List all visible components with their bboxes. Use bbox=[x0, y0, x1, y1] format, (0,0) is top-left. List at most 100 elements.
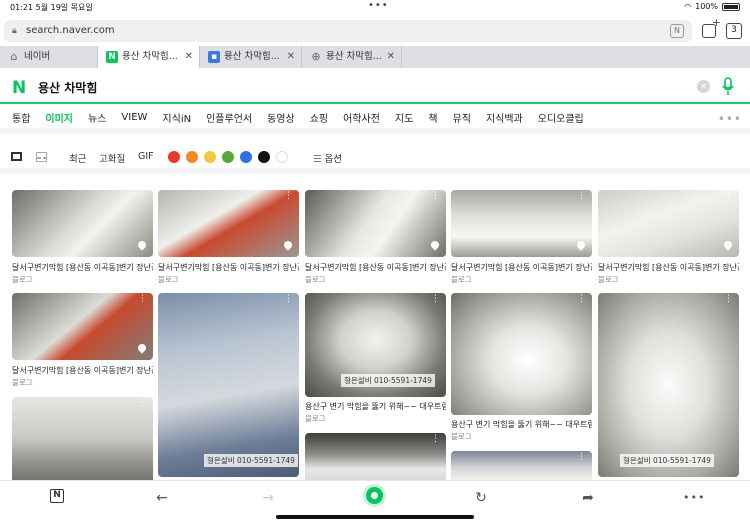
nav-tab[interactable]: 오디오클립 bbox=[538, 110, 584, 125]
color-swatch-green[interactable] bbox=[222, 151, 234, 163]
new-tab-icon[interactable] bbox=[702, 16, 721, 38]
refresh-icon[interactable]: ↻ bbox=[471, 488, 491, 508]
image-result-card[interactable]: ⋮ 형은설비 010-5591-1749 bbox=[158, 293, 299, 479]
nav-tab[interactable]: 지식백과 bbox=[486, 110, 523, 125]
image-result-card[interactable]: ⋮ bbox=[12, 397, 153, 480]
close-tab-icon[interactable]: ✕ bbox=[287, 46, 295, 68]
image-result-card[interactable]: ⋮ 달서구변기막힘 [용산동 이곡동]변기 장난감... 블로그 bbox=[598, 190, 739, 290]
nav-tab[interactable]: 책 bbox=[428, 110, 437, 125]
more-vertical-icon[interactable]: ⋮ bbox=[431, 435, 440, 444]
more-vertical-icon[interactable]: ⋮ bbox=[284, 192, 293, 201]
tab-search-3[interactable]: ⊕ 용산 차막힘... ✕ bbox=[302, 46, 402, 68]
close-tab-icon[interactable]: ✕ bbox=[387, 46, 395, 68]
nav-tab[interactable]: 통합 bbox=[12, 110, 30, 125]
filter-hires[interactable]: 고화질 bbox=[99, 151, 125, 165]
image-result-card[interactable]: ⋮ 형은설비 010-5591-1749 bbox=[598, 293, 739, 479]
image-result-card[interactable]: ⋮ 달서구변기막힘 [용산동 이곡동]변기 장난감... 블로그 bbox=[158, 190, 299, 290]
more-vertical-icon[interactable]: ⋮ bbox=[138, 192, 147, 201]
nav-tab[interactable]: 쇼핑 bbox=[310, 110, 328, 125]
color-swatch-yellow[interactable] bbox=[204, 151, 216, 163]
more-vertical-icon[interactable]: ⋮ bbox=[431, 192, 440, 201]
result-thumbnail[interactable]: ⋮ 형은설비 010-5591-1749 bbox=[305, 293, 446, 397]
clear-search-icon[interactable]: ✕ bbox=[697, 80, 710, 93]
mic-icon[interactable] bbox=[722, 77, 734, 97]
image-result-card[interactable]: ⋮ 달서구변기막힘 [용산동 이곡동]변기 장난감... 블로그 bbox=[451, 190, 592, 290]
result-thumbnail[interactable]: ⋮ bbox=[598, 190, 739, 257]
grid-view-icon[interactable] bbox=[36, 152, 47, 162]
naver-n-icon: N bbox=[106, 51, 118, 63]
naver-logo[interactable]: N bbox=[12, 78, 26, 98]
more-vertical-icon[interactable]: ⋮ bbox=[431, 295, 440, 304]
result-caption[interactable]: 달서구변기막힘 [용산동 이곡동]변기 장난감... bbox=[598, 262, 739, 273]
more-vertical-icon[interactable]: ⋮ bbox=[577, 453, 586, 462]
color-swatch-blue[interactable] bbox=[240, 151, 252, 163]
nav-tab[interactable]: 동영상 bbox=[267, 110, 295, 125]
nav-tab[interactable]: 지도 bbox=[395, 110, 413, 125]
result-caption[interactable]: 달서구변기막힘 [용산동 이곡동]변기 장난감... bbox=[12, 365, 153, 376]
nav-tab[interactable]: 인플루언서 bbox=[206, 110, 252, 125]
result-thumbnail[interactable]: ⋮ bbox=[305, 190, 446, 257]
tab-naver-home[interactable]: ⌂ 네이버 bbox=[0, 46, 98, 68]
image-result-card[interactable]: ⋮ 형은설비 010-5591-1749 용산구 변기 막힘을 뚫기 위해~~ … bbox=[305, 293, 446, 433]
result-thumbnail[interactable]: ⋮ bbox=[451, 190, 592, 257]
filter-gif[interactable]: GIF bbox=[138, 151, 154, 162]
close-tab-icon[interactable]: ✕ bbox=[185, 46, 193, 68]
forward-arrow-icon[interactable]: → bbox=[258, 488, 278, 508]
list-view-icon[interactable] bbox=[11, 152, 22, 161]
tab-search-active[interactable]: N 용산 차막힘... ✕ bbox=[98, 46, 200, 68]
color-swatch-black[interactable] bbox=[258, 151, 270, 163]
image-result-card[interactable]: ⋮ 달서구변기막힘 [용산동 이곡동]변기 장난감... 블로그 bbox=[305, 190, 446, 290]
color-swatch-white[interactable] bbox=[276, 151, 288, 163]
result-caption[interactable]: 용산구 변기 막힘을 뚫기 위해~~ 대우트럼... bbox=[305, 401, 446, 412]
result-thumbnail[interactable]: ⋮ bbox=[451, 451, 592, 480]
back-arrow-icon[interactable]: ← bbox=[152, 488, 172, 508]
more-dots-icon[interactable]: ••• bbox=[718, 112, 742, 126]
more-vertical-icon[interactable]: ⋮ bbox=[724, 192, 733, 201]
filter-recent[interactable]: 최근 bbox=[69, 151, 86, 165]
result-source: 블로그 bbox=[598, 275, 619, 284]
color-swatch-orange[interactable] bbox=[186, 151, 198, 163]
nav-tab[interactable]: 뮤직 bbox=[453, 110, 471, 125]
nav-tab[interactable]: VIEW bbox=[121, 112, 147, 123]
result-caption[interactable]: 달서구변기막힘 [용산동 이곡동]변기 장난감... bbox=[451, 262, 592, 273]
result-caption[interactable]: 달서구변기막힘 [용산동 이곡동]변기 장난감... bbox=[305, 262, 446, 273]
image-result-card[interactable]: ⋮ 달서구변기막힘 [용산동 이곡동]변기 장난감... 블로그 bbox=[12, 190, 153, 290]
result-thumbnail[interactable]: ⋮ bbox=[451, 293, 592, 415]
result-thumbnail[interactable]: ⋮ bbox=[12, 190, 153, 257]
nav-tab[interactable]: 뉴스 bbox=[88, 110, 106, 125]
search-input[interactable]: 용산 차막힘 bbox=[38, 79, 97, 96]
result-thumbnail[interactable]: ⋮ bbox=[12, 293, 153, 360]
color-swatch-red[interactable] bbox=[168, 151, 180, 163]
result-thumbnail[interactable]: ⋮ 형은설비 010-5591-1749 bbox=[158, 293, 299, 477]
tab-count-button[interactable]: 3 bbox=[726, 23, 742, 39]
result-caption[interactable]: 달서구변기막힘 [용산동 이곡동]변기 장난감... bbox=[12, 262, 153, 273]
more-vertical-icon[interactable]: ⋮ bbox=[138, 399, 147, 408]
image-result-card[interactable]: ⋮ bbox=[305, 433, 446, 480]
nav-tab[interactable]: 지식iN bbox=[162, 110, 191, 125]
image-result-card[interactable]: ⋮ 용산구 변기 막힘을 뚫기 위해~~ 대우트럼... 블로그 bbox=[451, 293, 592, 443]
more-menu-icon[interactable]: ••• bbox=[683, 488, 704, 508]
more-vertical-icon[interactable]: ⋮ bbox=[284, 295, 293, 304]
image-result-card[interactable]: ⋮ 달서구변기막힘 [용산동 이곡동]변기 장난감... 블로그 bbox=[12, 293, 153, 393]
more-vertical-icon[interactable]: ⋮ bbox=[724, 295, 733, 304]
address-bar[interactable]: 🔒︎ search.naver.com N bbox=[4, 20, 692, 42]
more-vertical-icon[interactable]: ⋮ bbox=[577, 295, 586, 304]
naver-reader-icon[interactable]: N bbox=[670, 24, 684, 38]
more-vertical-icon[interactable]: ⋮ bbox=[138, 295, 147, 304]
multitasking-dots-icon[interactable]: ••• bbox=[368, 0, 389, 11]
nav-tab-images[interactable]: 이미지 bbox=[45, 110, 73, 125]
result-thumbnail[interactable]: ⋮ bbox=[12, 397, 153, 480]
naver-home-button[interactable]: N bbox=[50, 489, 64, 503]
result-thumbnail[interactable]: ⋮ bbox=[158, 190, 299, 257]
options-button[interactable]: ☰ 옵션 bbox=[313, 151, 342, 165]
image-result-card[interactable]: ⋮ bbox=[451, 451, 592, 480]
green-dot-button[interactable] bbox=[366, 487, 383, 504]
result-caption[interactable]: 용산구 변기 막힘을 뚫기 위해~~ 대우트럼... bbox=[451, 419, 592, 430]
share-arrow-icon[interactable]: ➦ bbox=[578, 488, 598, 508]
more-vertical-icon[interactable]: ⋮ bbox=[577, 192, 586, 201]
nav-tab[interactable]: 어학사전 bbox=[343, 110, 380, 125]
result-thumbnail[interactable]: ⋮ bbox=[305, 433, 446, 480]
result-thumbnail[interactable]: ⋮ 형은설비 010-5591-1749 bbox=[598, 293, 739, 477]
result-caption[interactable]: 달서구변기막힘 [용산동 이곡동]변기 장난감... bbox=[158, 262, 299, 273]
tab-search-2[interactable]: ▪ 용산 차막힘... ✕ bbox=[200, 46, 302, 68]
